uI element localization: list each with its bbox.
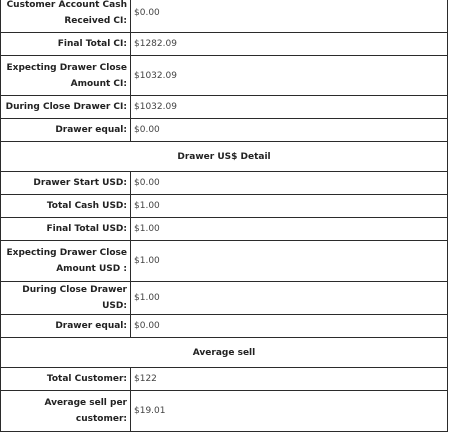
row-value: $19.01	[130, 390, 448, 432]
row-value: $0.00	[130, 118, 448, 142]
row-value: $1.00	[130, 194, 448, 218]
table-row: Average sell per customer: $19.01	[0, 390, 448, 432]
row-label: Average sell per customer:	[0, 390, 131, 432]
row-value: $1032.09	[130, 95, 448, 119]
drawer-report-table: Customer Account Cash Received CI: $0.00…	[0, 0, 448, 432]
table-row: Expecting Drawer Close Amount CI: $1032.…	[0, 55, 448, 96]
table-row: Total Cash USD: $1.00	[0, 194, 448, 218]
table-row: Drawer equal: $0.00	[0, 118, 448, 142]
table-row: During Close Drawer USD: $1.00	[0, 281, 448, 315]
table-row: Drawer equal: $0.00	[0, 314, 448, 338]
section-header-row: Average sell	[0, 337, 448, 368]
row-label: Final Total USD:	[0, 217, 131, 241]
section-header-row: Drawer US$ Detail	[0, 141, 448, 172]
table-row: Final Total USD: $1.00	[0, 217, 448, 241]
row-value: $0.00	[130, 314, 448, 338]
row-label: Drawer Start USD:	[0, 171, 131, 195]
row-label: Drawer equal:	[0, 118, 131, 142]
table-row: Total Customer: $122	[0, 367, 448, 391]
row-label: During Close Drawer USD:	[0, 281, 131, 315]
row-value: $0.00	[130, 171, 448, 195]
row-value: $1.00	[130, 217, 448, 241]
row-label: Drawer equal:	[0, 314, 131, 338]
row-value: $1282.09	[130, 32, 448, 56]
table-row: Expecting Drawer Close Amount USD : $1.0…	[0, 240, 448, 282]
table-row: Drawer Start USD: $0.00	[0, 171, 448, 195]
row-value: $1.00	[130, 240, 448, 282]
table-row: Customer Account Cash Received CI: $0.00	[0, 0, 448, 33]
row-label: Expecting Drawer Close Amount USD :	[0, 240, 131, 282]
row-value: $122	[130, 367, 448, 391]
row-label: Final Total CI:	[0, 32, 131, 56]
row-label: Customer Account Cash Received CI:	[0, 0, 131, 33]
row-label: During Close Drawer CI:	[0, 95, 131, 119]
table-row: During Close Drawer CI: $1032.09	[0, 95, 448, 119]
section-title-drawer-usd: Drawer US$ Detail	[0, 141, 448, 172]
row-value: $1.00	[130, 281, 448, 315]
row-label: Expecting Drawer Close Amount CI:	[0, 55, 131, 96]
section-title-average-sell: Average sell	[0, 337, 448, 368]
table-row: Final Total CI: $1282.09	[0, 32, 448, 56]
row-label: Total Customer:	[0, 367, 131, 391]
row-value: $1032.09	[130, 55, 448, 96]
row-label: Total Cash USD:	[0, 194, 131, 218]
row-value: $0.00	[130, 0, 448, 33]
